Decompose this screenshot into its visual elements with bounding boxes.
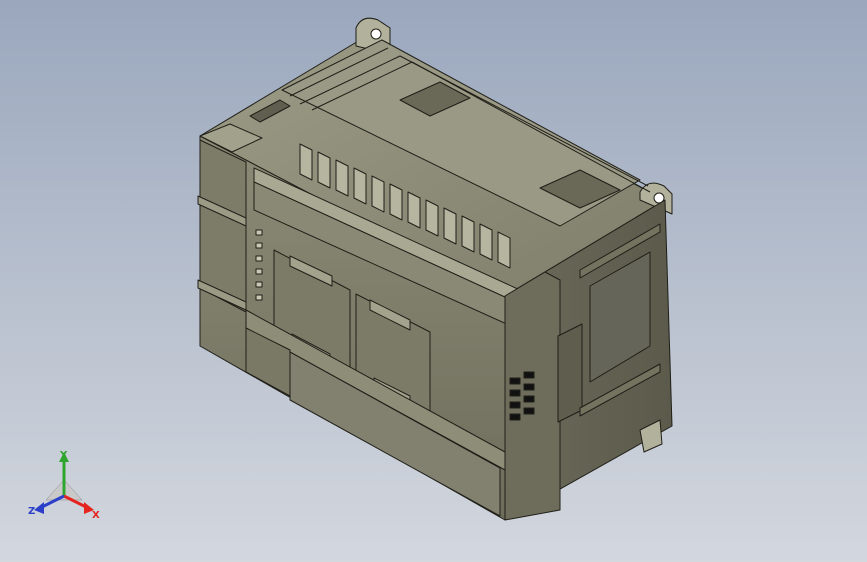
mount-hole-left [370, 28, 382, 40]
x-axis-label: X [92, 510, 100, 521]
cad-viewport[interactable]: Y X Z [0, 0, 867, 562]
y-axis-label: Y [59, 450, 68, 461]
end-latch [557, 323, 583, 423]
z-axis-label: Z [28, 506, 35, 517]
axis-triad: Y X Z [28, 450, 100, 521]
plc-3d-model[interactable] [0, 0, 867, 562]
z-axis-head [34, 502, 44, 514]
